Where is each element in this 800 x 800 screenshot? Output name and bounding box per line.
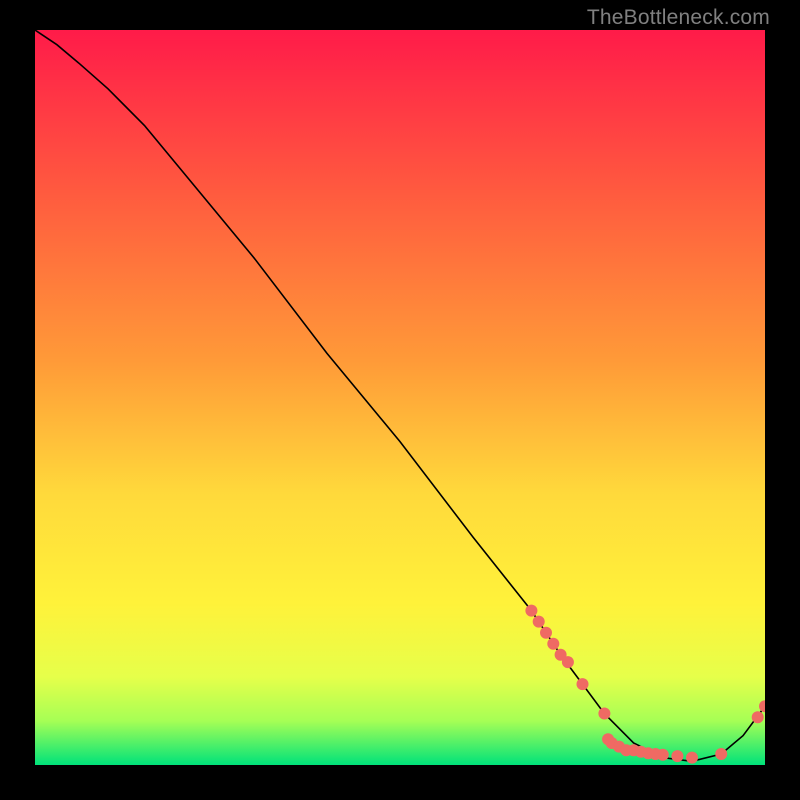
data-point <box>547 638 559 650</box>
watermark-text: TheBottleneck.com <box>587 6 770 30</box>
data-point <box>540 627 552 639</box>
data-point <box>752 711 764 723</box>
data-point <box>562 656 574 668</box>
data-point <box>657 749 669 761</box>
gradient-background <box>35 30 765 765</box>
data-point <box>686 752 698 764</box>
chart-svg <box>35 30 765 765</box>
data-point <box>577 678 589 690</box>
data-point <box>525 605 537 617</box>
data-point <box>671 750 683 762</box>
chart-stage: TheBottleneck.com <box>0 0 800 800</box>
data-point <box>533 616 545 628</box>
data-point <box>715 748 727 760</box>
plot-area <box>35 30 765 765</box>
data-point <box>598 708 610 720</box>
